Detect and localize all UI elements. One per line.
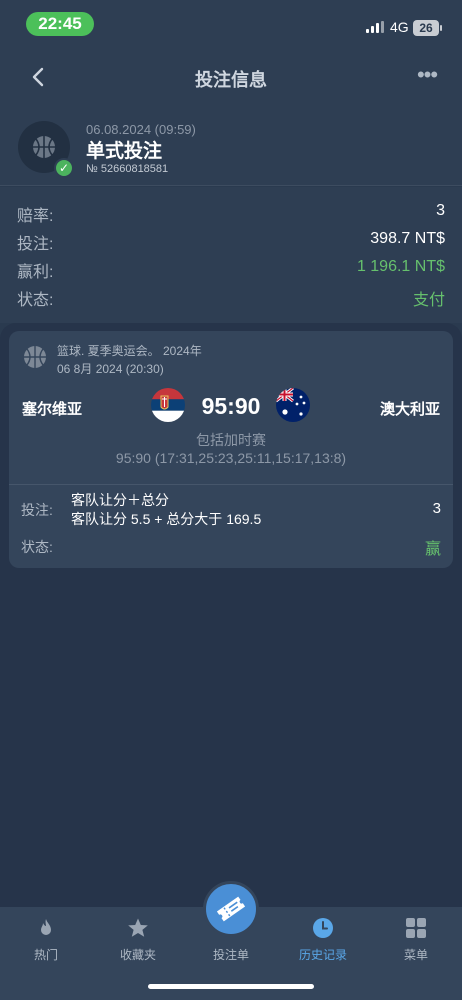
summary-row-odds: 赔率: 3 [17,197,445,225]
divider [9,484,453,485]
tab-label: 投注单 [212,948,249,962]
summary-row-stake: 投注: 398.7 NT$ [17,225,445,253]
tab-label: 收藏夹 [119,948,156,962]
pick-outcome: 客队让分 5.5 + 总分大于 169.5 [71,511,262,527]
nav-bar: 投注信息 ••• [0,48,462,106]
ticket-icon [216,896,246,922]
checkmark-icon: ✓ [54,158,74,178]
status-bar: 22:45 4G 26 [0,0,462,48]
pick-odds: 3 [432,500,441,517]
summary-value: 支付 [412,292,445,309]
home-indicator [148,984,314,989]
event-card[interactable]: 篮球. 夏季奥运会。 2024年 06 8月 2024 (20:30) 塞尔维亚… [9,331,453,568]
bet-id: № 52660818581 [86,163,169,175]
tab-label: 历史记录 [298,948,347,962]
event-league: 篮球. 夏季奥运会。 2024年 06 8月 2024 (20:30) [57,342,437,378]
score-periods: 95:90 (17:31,25:23,25:11,15:17,13:8) [115,450,347,466]
event-datetime: 06 8月 2024 (20:30) [57,362,164,376]
summary-label: 状态: [17,292,54,309]
tab-hot[interactable]: 热门 [0,907,92,977]
bet-date: 06.08.2024 (09:59) [86,122,196,137]
league-name: 篮球. 夏季奥运会。 2024年 [57,344,202,358]
network-type: 4G [390,19,409,35]
bet-summary: 赔率: 3 投注: 398.7 NT$ 赢利: 1 196.1 NT$ 状态: … [0,187,462,323]
summary-row-winnings: 赢利: 1 196.1 NT$ [17,253,445,281]
summary-value: 1 196.1 NT$ [356,258,445,275]
fire-icon [41,919,51,935]
summary-label: 赔率: [17,208,54,225]
page-title: 投注信息 [195,70,267,90]
away-team: 澳大利亚 [379,401,440,418]
tab-label: 热门 [33,948,58,962]
australia-flag-icon [276,388,310,422]
tab-history[interactable]: 历史记录 [277,907,369,977]
status-time: 22:45 [26,12,94,36]
betslip-fab-button[interactable] [203,881,259,937]
summary-label: 赢利: [17,264,54,281]
state-label: 状态: [21,539,53,555]
more-options-button[interactable]: ••• [410,62,444,92]
summary-label: 投注: [17,236,54,253]
clock-icon [313,918,333,938]
tab-favorites[interactable]: 收藏夹 [92,907,184,977]
score-note: 包括加时赛 [196,432,266,448]
pick-market: 客队让分＋总分 [71,492,169,508]
star-icon [128,918,148,937]
basketball-icon [22,344,48,370]
summary-value: 398.7 NT$ [370,230,445,247]
summary-row-status: 状态: 支付 [17,281,445,309]
bet-type: 单式投注 [86,141,163,162]
tab-label: 菜单 [403,948,428,962]
pick-label: 投注: [21,502,53,518]
tab-menu[interactable]: 菜单 [370,907,462,977]
bet-header: ✓ 06.08.2024 (09:59) 单式投注 № 52660818581 [0,106,462,186]
grid-icon [406,918,426,938]
summary-value: 3 [436,202,445,219]
battery-icon: 26 [413,20,442,36]
signal-icon [366,21,384,33]
state-value: 赢 [424,541,441,558]
